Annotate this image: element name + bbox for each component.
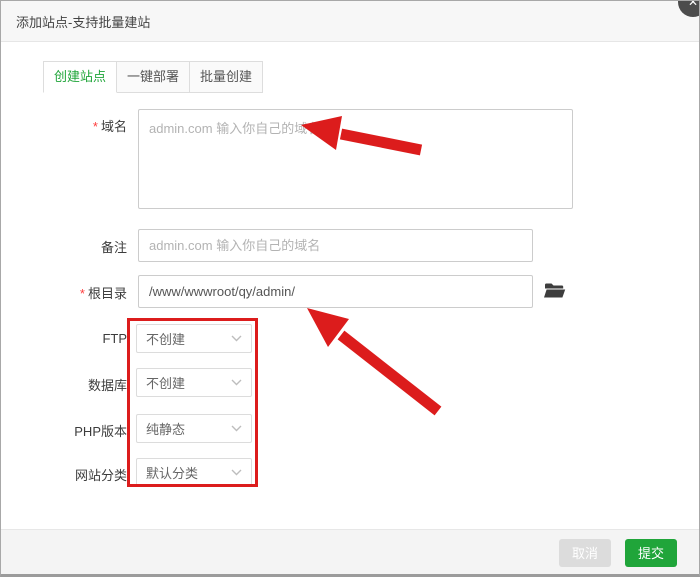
php-version-label: PHP版本 <box>1 421 127 440</box>
tab-bar: 创建站点 一键部署 批量创建 <box>43 61 263 93</box>
site-category-select[interactable]: 默认分类 <box>136 458 252 487</box>
tab-create-site[interactable]: 创建站点 <box>43 61 117 93</box>
dialog-titlebar: 添加站点-支持批量建站 <box>1 1 699 42</box>
chevron-down-icon <box>231 425 242 432</box>
chevron-down-icon <box>231 335 242 342</box>
note-input[interactable] <box>138 229 533 262</box>
note-label: 备注 <box>1 237 127 256</box>
screenshot-stage: 添加站点-支持批量建站 ✕ 创建站点 一键部署 批量创建 *域名 备注 *根目录 <box>0 0 700 580</box>
root-dir-input[interactable] <box>138 275 533 308</box>
domain-label: *域名 <box>1 116 127 135</box>
dialog-title: 添加站点-支持批量建站 <box>16 12 150 31</box>
submit-button[interactable]: 提交 <box>625 539 677 567</box>
chevron-down-icon <box>231 379 242 386</box>
ftp-select[interactable]: 不创建 <box>136 324 252 353</box>
dialog-footer: 取消 提交 <box>1 529 699 575</box>
chevron-down-icon <box>231 469 242 476</box>
required-marker: * <box>93 119 98 134</box>
ftp-label: FTP <box>1 331 127 346</box>
domain-input[interactable] <box>138 109 573 209</box>
php-version-select[interactable]: 纯静态 <box>136 414 252 443</box>
site-category-label: 网站分类 <box>1 465 127 484</box>
add-site-dialog: 添加站点-支持批量建站 ✕ 创建站点 一键部署 批量创建 *域名 备注 *根目录 <box>0 0 700 577</box>
database-label: 数据库 <box>1 375 127 394</box>
root-dir-label: *根目录 <box>1 283 127 302</box>
required-marker: * <box>80 286 85 301</box>
database-select[interactable]: 不创建 <box>136 368 252 397</box>
cancel-button[interactable]: 取消 <box>559 539 611 567</box>
tab-batch-create[interactable]: 批量创建 <box>189 61 263 93</box>
tab-one-click-deploy[interactable]: 一键部署 <box>116 61 190 93</box>
folder-open-icon[interactable] <box>544 282 566 300</box>
